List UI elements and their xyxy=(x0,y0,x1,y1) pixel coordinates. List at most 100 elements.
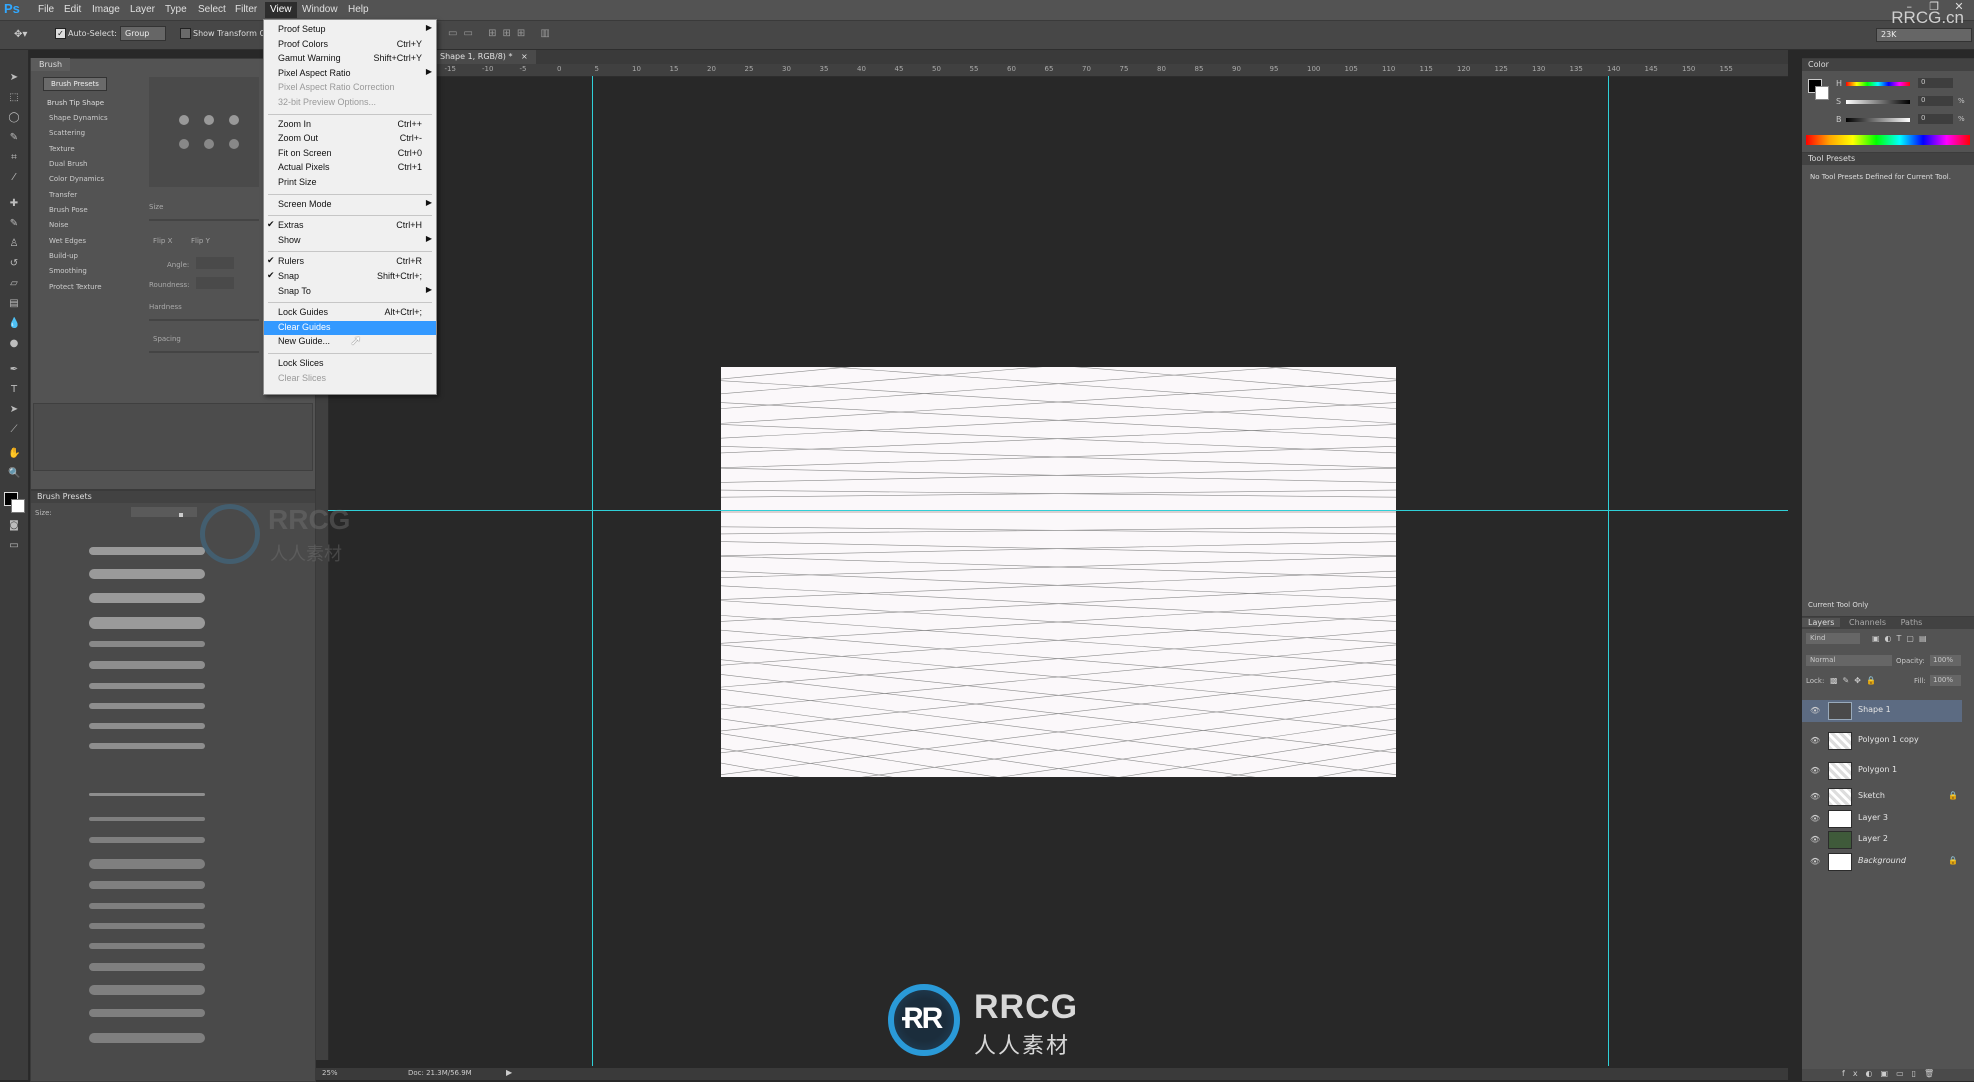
menu-file[interactable]: File xyxy=(38,4,54,15)
visibility-eye-icon[interactable]: 👁 xyxy=(1810,835,1820,844)
brush-option[interactable]: Build-up xyxy=(35,252,78,260)
hardness-slider[interactable] xyxy=(149,319,259,321)
path-select-tool-icon[interactable]: ➤ xyxy=(8,404,20,416)
view-menu-item-snap[interactable]: ✔ Snap Shift+Ctrl+; xyxy=(264,270,436,284)
brush-preset[interactable] xyxy=(89,661,205,669)
brush-size-input[interactable] xyxy=(131,507,197,517)
screen-mode-icon[interactable]: ▭ xyxy=(8,540,20,552)
brush-option[interactable]: Transfer xyxy=(35,191,77,199)
brush-preset[interactable] xyxy=(89,817,205,821)
pen-tool-icon[interactable]: ✒ xyxy=(8,364,20,376)
layer-row-sketch[interactable]: 👁 Sketch 🔒 xyxy=(1802,786,1962,806)
brush-option[interactable]: Color Dynamics xyxy=(35,175,104,183)
move-tool-icon[interactable]: ➤ xyxy=(8,72,20,84)
gradient-tool-icon[interactable]: ▤ xyxy=(8,298,20,310)
brush-preset[interactable] xyxy=(89,547,205,555)
view-menu-item-screen-mode[interactable]: Screen Mode ▶ xyxy=(264,198,436,212)
brush-option[interactable]: Protect Texture xyxy=(35,283,102,291)
tab-layers[interactable]: Layers xyxy=(1802,618,1841,627)
dodge-tool-icon[interactable]: ● xyxy=(8,338,20,350)
eraser-tool-icon[interactable]: ▱ xyxy=(8,278,20,290)
brush-preset[interactable] xyxy=(89,683,205,689)
menu-image[interactable]: Image xyxy=(92,4,120,15)
background-swatch[interactable] xyxy=(1815,86,1829,100)
layer-row-background[interactable]: 👁 Background 🔒 xyxy=(1802,851,1962,871)
image-canvas[interactable] xyxy=(721,367,1396,777)
brush-preset[interactable] xyxy=(89,703,205,709)
quick-mask-icon[interactable]: ◙ xyxy=(8,520,20,532)
layer-row-polygon-1[interactable]: 👁 Polygon 1 xyxy=(1802,760,1962,780)
brush-preset[interactable] xyxy=(89,593,205,603)
flip-y-checkbox[interactable]: Flip Y xyxy=(191,237,210,245)
blend-mode-dropdown[interactable]: Normal xyxy=(1806,655,1892,666)
status-arrow-icon[interactable]: ▶ xyxy=(506,1068,512,1077)
brush-preset[interactable] xyxy=(89,617,205,629)
visibility-eye-icon[interactable]: 👁 xyxy=(1810,857,1820,866)
quick-select-tool-icon[interactable]: ✎ xyxy=(8,132,20,144)
auto-select-checkbox[interactable]: ✓ xyxy=(55,28,66,39)
brush-tip-grid[interactable] xyxy=(149,77,259,187)
brush-preset[interactable] xyxy=(89,985,205,995)
align-icons[interactable]: ▭▭ ⊞⊞⊞ ▥ xyxy=(448,28,556,39)
horizontal-ruler[interactable]: -30-25-20-15-10-505101520253035404550556… xyxy=(328,64,1788,77)
saturation-slider[interactable] xyxy=(1846,100,1910,104)
layer-row-layer-3[interactable]: 👁 Layer 3 xyxy=(1802,808,1962,828)
brush-preset[interactable] xyxy=(89,641,205,647)
brush-preset[interactable] xyxy=(89,903,205,909)
flip-x-checkbox[interactable]: Flip X xyxy=(153,237,172,245)
visibility-eye-icon[interactable]: 👁 xyxy=(1810,814,1820,823)
healing-tool-icon[interactable]: ✚ xyxy=(8,198,20,210)
horizontal-guide[interactable] xyxy=(328,510,1788,511)
workspace-dropdown[interactable]: 23K xyxy=(1876,28,1972,42)
view-menu-item-snap-to[interactable]: Snap To ▶ xyxy=(264,285,436,299)
view-menu-item-proof-setup[interactable]: Proof Setup ▶ xyxy=(264,23,436,37)
brightness-value[interactable]: 0 xyxy=(1918,114,1953,124)
brush-option[interactable]: Texture xyxy=(35,145,75,153)
zoom-level[interactable]: 25% xyxy=(322,1069,338,1077)
view-menu-item-extras[interactable]: ✔ Extras Ctrl+H xyxy=(264,219,436,233)
hue-value[interactable]: 0 xyxy=(1918,78,1953,88)
brush-preset[interactable] xyxy=(89,743,205,749)
brush-preset[interactable] xyxy=(89,1009,205,1017)
menu-select[interactable]: Select xyxy=(198,4,226,15)
brush-option[interactable]: Dual Brush xyxy=(35,160,88,168)
layers-footer-icons[interactable]: fx◐▣▭▯🗑 xyxy=(1802,1069,1974,1081)
eyedropper-tool-icon[interactable]: ⁄ xyxy=(8,172,20,184)
tab-channels[interactable]: Channels xyxy=(1843,618,1892,627)
visibility-eye-icon[interactable]: 👁 xyxy=(1810,766,1820,775)
hand-tool-icon[interactable]: ✋ xyxy=(8,448,20,460)
vertical-guide-left[interactable] xyxy=(592,76,593,1066)
size-slider[interactable] xyxy=(149,219,259,221)
brush-preset[interactable] xyxy=(89,837,205,843)
visibility-eye-icon[interactable]: 👁 xyxy=(1810,736,1820,745)
history-brush-tool-icon[interactable]: ↺ xyxy=(8,258,20,270)
view-menu-item-print-size[interactable]: Print Size xyxy=(264,176,436,190)
brush-preset[interactable] xyxy=(89,859,205,869)
layer-row-layer-2[interactable]: 👁 Layer 2 xyxy=(1802,829,1962,849)
brush-option[interactable]: Noise xyxy=(35,221,68,229)
zoom-tool-icon[interactable]: 🔍 xyxy=(8,468,20,480)
menu-window[interactable]: Window xyxy=(302,4,338,15)
brightness-slider[interactable] xyxy=(1846,118,1910,122)
brush-option[interactable]: Scattering xyxy=(35,129,85,137)
view-menu-item-rulers[interactable]: ✔ Rulers Ctrl+R xyxy=(264,255,436,269)
current-tool-only-checkbox[interactable]: Current Tool Only xyxy=(1808,601,1868,609)
move-tool-icon[interactable]: ✥▾ xyxy=(14,29,27,40)
roundness-input[interactable] xyxy=(196,277,234,289)
hue-slider[interactable] xyxy=(1846,82,1910,86)
menu-filter[interactable]: Filter xyxy=(235,4,257,15)
opacity-input[interactable]: 100% xyxy=(1930,655,1961,666)
menu-layer[interactable]: Layer xyxy=(130,4,155,15)
layer-filter-kind[interactable]: Kind xyxy=(1806,633,1860,644)
menu-view[interactable]: View xyxy=(265,2,297,18)
brush-preset-list[interactable] xyxy=(31,543,315,1073)
auto-select-dropdown[interactable]: Group xyxy=(120,26,166,41)
show-transform-checkbox[interactable] xyxy=(180,28,191,39)
angle-input[interactable] xyxy=(196,257,234,269)
brush-option[interactable]: Brush Pose xyxy=(35,206,88,214)
brush-panel-tab[interactable]: Brush xyxy=(31,58,71,71)
brush-option-tip-shape[interactable]: Brush Tip Shape xyxy=(35,99,104,107)
marquee-tool-icon[interactable]: ⬚ xyxy=(8,92,20,104)
view-menu-item-show[interactable]: Show ▶ xyxy=(264,234,436,248)
document-tab[interactable]: Shape 1, RGB/8) * × xyxy=(432,50,536,64)
